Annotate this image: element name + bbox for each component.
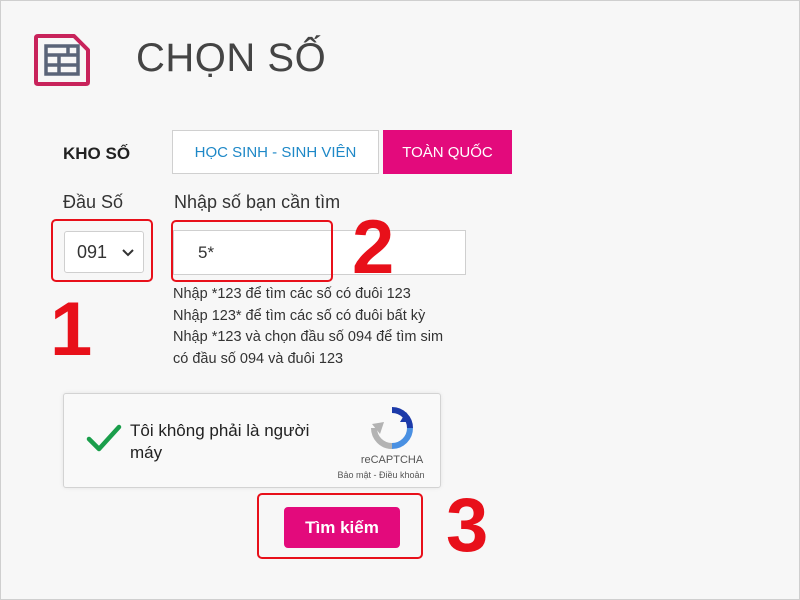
dau-so-label: Đầu Số <box>63 192 124 212</box>
sim-card-icon <box>34 34 90 86</box>
hint-line: Nhập *123 để tìm các số có đuôi 123 <box>173 286 411 302</box>
annotation-number-3: 3 <box>446 483 489 568</box>
recaptcha-label: Tôi không phải là người máy <box>130 421 310 462</box>
annotation-box-1 <box>51 219 153 282</box>
checkmark-icon[interactable] <box>86 424 122 452</box>
tab-hoc-sinh-sinh-vien[interactable]: HỌC SINH - SINH VIÊN <box>172 130 379 174</box>
kho-so-label: KHO SỐ <box>63 144 131 163</box>
recaptcha-widget: Tôi không phải là người máy reCAPTCHA Bả… <box>63 393 441 488</box>
search-hints: Nhập *123 để tìm các số có đuôi 123 Nhập… <box>173 284 443 370</box>
tab-toan-quoc[interactable]: TOÀN QUỐC <box>383 130 512 174</box>
annotation-number-1: 1 <box>50 287 93 372</box>
recaptcha-brand: reCAPTCHA <box>360 454 424 466</box>
annotation-box-3 <box>257 493 423 559</box>
annotation-number-2: 2 <box>352 205 395 290</box>
hint-line: có đầu số 094 và đuôi 123 <box>173 350 344 367</box>
search-label: Nhập số bạn cần tìm <box>174 192 341 212</box>
recaptcha-links[interactable]: Bảo mật - Điều khoản <box>326 470 436 480</box>
recaptcha-logo-icon <box>371 407 413 449</box>
hint-line: Nhập *123 và chọn đầu số 094 để tìm sim <box>173 329 444 345</box>
annotation-box-2 <box>171 220 333 282</box>
page-title: CHỌN SỐ <box>136 36 327 80</box>
hint-line: Nhập 123* để tìm các số có đuôi bất kỳ <box>173 307 426 324</box>
